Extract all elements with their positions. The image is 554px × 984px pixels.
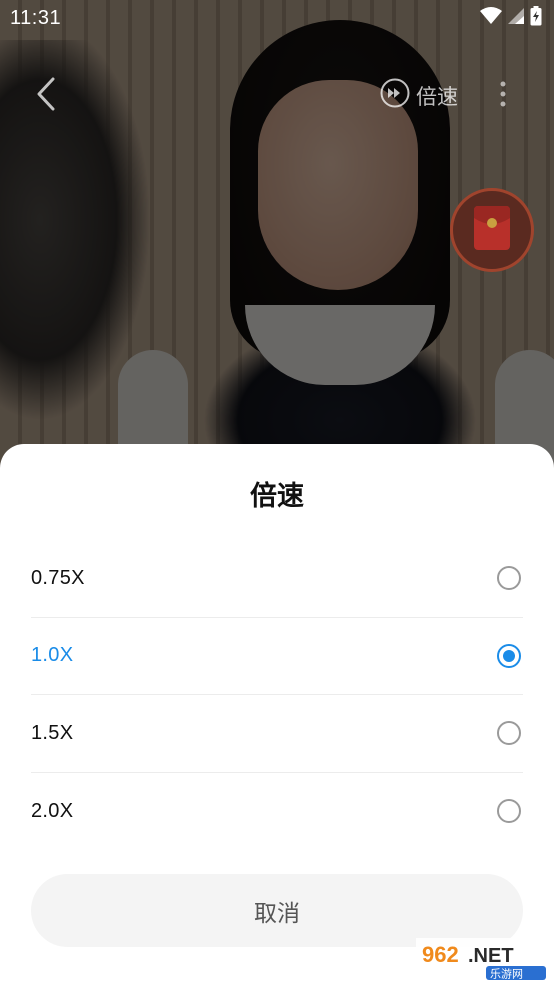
status-icons [480,5,542,31]
speed-option-list: 0.75X 1.0X 1.5X 2.0X [31,540,523,850]
speed-option-1.0x[interactable]: 1.0X [31,618,523,695]
wifi-icon [480,6,502,30]
player-top-bar: 倍速 [0,70,554,122]
speed-option-0.75x[interactable]: 0.75X [31,540,523,618]
playback-speed-label: 倍速 [416,86,458,109]
radio-dot [503,649,515,662]
radio-button[interactable] [497,643,521,668]
more-vertical-icon [500,81,506,112]
speed-option-1.5x[interactable]: 1.5X [31,695,523,773]
status-bar: 11:31 [0,0,554,36]
more-button[interactable] [488,76,518,116]
speed-option-label: 2.0X [31,799,74,822]
sheet-title: 倍速 [250,481,304,511]
speed-option-label: 0.75X [31,566,85,589]
fast-forward-icon [380,78,410,114]
svg-text:.NET: .NET [468,945,514,967]
speed-option-label: 1.0X [31,644,74,667]
svg-text:乐游网: 乐游网 [490,968,523,981]
speed-option-label: 1.5X [31,721,74,744]
red-envelope-button[interactable] [450,188,534,272]
playback-speed-button[interactable]: 倍速 [380,78,458,114]
battery-icon [530,5,542,31]
playback-speed-sheet: 倍速 0.75X 1.0X 1.5X 2.0X 取消 [0,444,554,984]
radio-button[interactable] [497,566,521,591]
screen: 11:31 倍速 倍速 0.75X 1.0X 1.5X 2.0X 取消 962 … [0,0,554,984]
red-envelope-icon [472,204,512,257]
cell-signal-icon [508,7,524,30]
chevron-left-icon [36,77,56,116]
svg-text:962: 962 [422,942,459,967]
back-button[interactable] [26,76,66,116]
radio-button[interactable] [497,721,521,746]
radio-button[interactable] [497,799,521,824]
speed-option-2.0x[interactable]: 2.0X [31,773,523,851]
status-time: 11:31 [10,6,62,29]
site-watermark-logo: 962 .NET 乐游网 [416,938,550,982]
cancel-button[interactable]: 取消 [31,874,523,947]
